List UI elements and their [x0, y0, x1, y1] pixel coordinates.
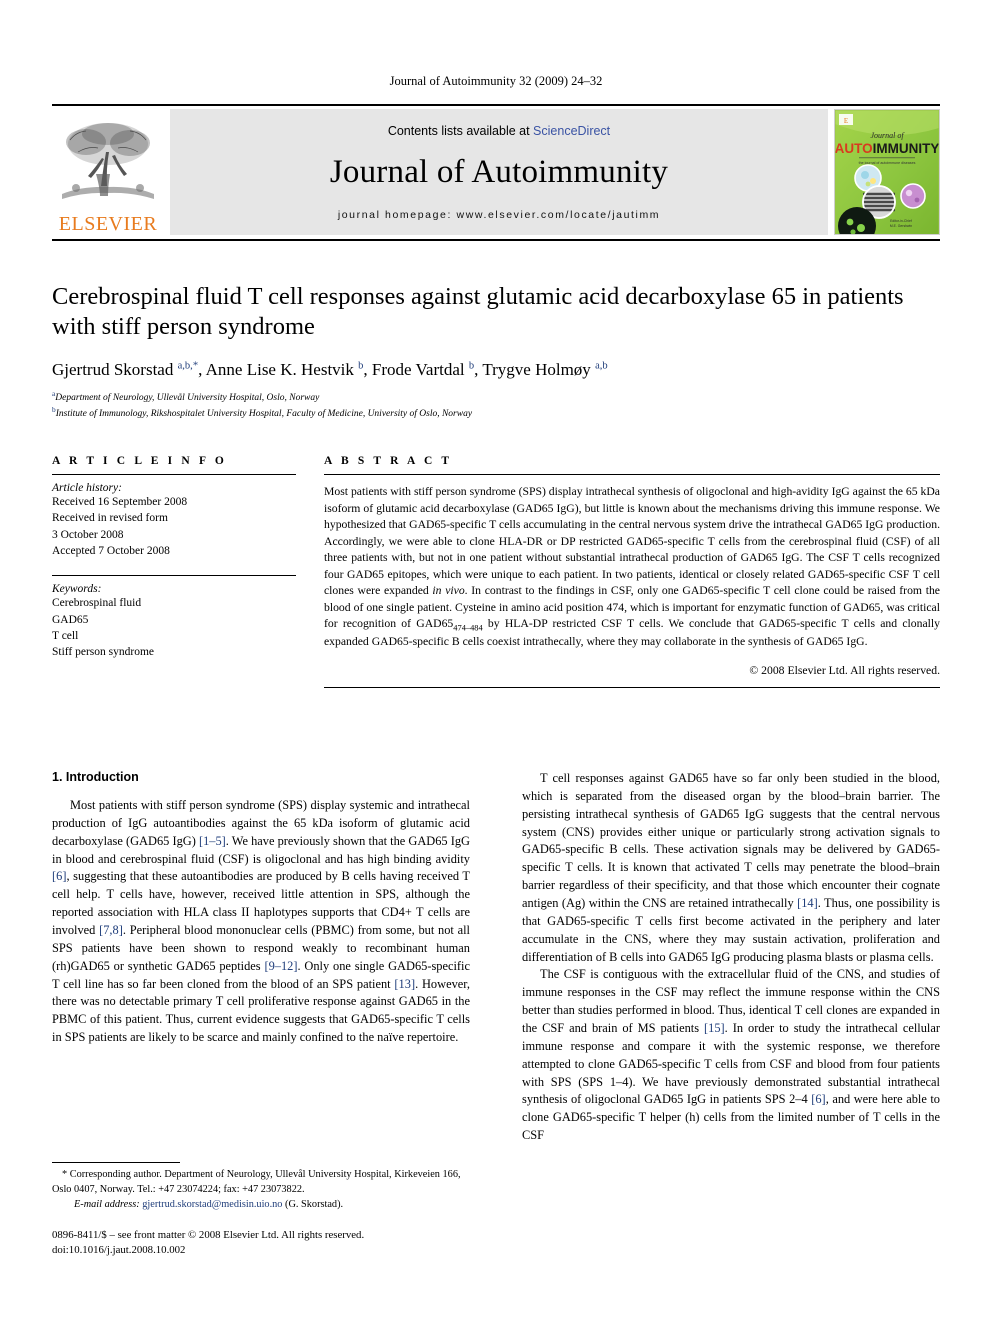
keyword-item: Stiff person syndrome	[52, 646, 155, 659]
keyword-item: T cell	[52, 629, 79, 642]
svg-text:AUTOIMMUNITY: AUTOIMMUNITY	[835, 141, 939, 156]
contents-prefix: Contents lists available at	[387, 124, 534, 138]
article-info-column: A R T I C L E I N F O Article history: R…	[52, 455, 296, 688]
title-block: Cerebrospinal fluid T cell responses aga…	[52, 282, 940, 422]
article-history-list: Received 16 September 2008 Received in r…	[52, 494, 296, 559]
footnote-rule	[52, 1162, 180, 1163]
article-info-heading: A R T I C L E I N F O	[52, 455, 227, 467]
banner-center: Contents lists available at ScienceDirec…	[170, 109, 828, 235]
journal-homepage-link[interactable]: journal homepage: www.elsevier.com/locat…	[170, 209, 828, 221]
body-columns: 1. Introduction Most patients with stiff…	[52, 770, 940, 1145]
keywords-label: Keywords:	[52, 583, 102, 596]
corresponding-author-footnote: * Corresponding author. Department of Ne…	[52, 1162, 470, 1213]
svg-text:Editor-in-Chief: Editor-in-Chief	[890, 219, 912, 223]
keyword-item: Cerebrospinal fluid	[52, 597, 142, 610]
email-link[interactable]: gjertrud.skorstad@medisin.uio.no	[142, 1199, 282, 1210]
elsevier-tree-icon	[62, 123, 154, 199]
keywords-list: Cerebrospinal fluid GAD65 T cell Stiff p…	[52, 595, 296, 660]
corresponding-author-text: * Corresponding author. Department of Ne…	[52, 1169, 461, 1195]
email-suffix: (G. Skorstad).	[285, 1199, 344, 1211]
running-head: Journal of Autoimmunity 32 (2009) 24–32	[389, 74, 603, 88]
paragraph: Most patients with stiff person syndrome…	[52, 798, 470, 1045]
abstract-heading: A B S T R A C T	[324, 455, 453, 467]
keywords-block: Keywords: Cerebrospinal fluid GAD65 T ce…	[52, 583, 296, 660]
body-column-right: T cell responses against GAD65 have so f…	[522, 770, 940, 1145]
banner-bottom-rule	[52, 239, 940, 241]
abstract-rule	[324, 474, 940, 475]
article-history-label: Article history:	[52, 482, 122, 494]
sciencedirect-link[interactable]: ScienceDirect	[533, 124, 610, 138]
keyword-item: GAD65	[52, 613, 89, 626]
journal-cover-thumbnail: E Journal of AUTOIMMUNITY the journal of…	[834, 109, 940, 235]
affiliation-a: aDepartment of Neurology, Ullevål Univer…	[52, 389, 940, 406]
doi-line: doi:10.1016/j.jaut.2008.10.002	[52, 1243, 186, 1256]
paragraph: T cell responses against GAD65 have so f…	[522, 771, 940, 964]
abstract-column: A B S T R A C T Most patients with stiff…	[324, 455, 940, 688]
email-address-line: E-mail address: gjertrud.skorstad@medisi…	[52, 1198, 470, 1213]
affiliation-list: aDepartment of Neurology, Ullevål Univer…	[52, 389, 940, 422]
section-heading-introduction: 1. Introduction	[52, 770, 139, 784]
article-info-rule	[52, 474, 296, 475]
elsevier-logo: ELSEVIER	[52, 109, 164, 235]
history-item: Received 16 September 2008	[52, 496, 188, 508]
info-abstract-section: A R T I C L E I N F O Article history: R…	[52, 455, 940, 688]
svg-text:M.E. Gershwin: M.E. Gershwin	[890, 224, 912, 228]
elsevier-wordmark: ELSEVIER	[58, 213, 158, 235]
journal-name: Journal of Autoimmunity	[329, 154, 669, 190]
svg-text:E: E	[844, 117, 848, 125]
copyright-line: © 2008 Elsevier Ltd. All rights reserved…	[749, 663, 940, 677]
abstract-text: Most patients with stiff person syndrome…	[324, 485, 940, 649]
affiliation-a-text: Department of Neurology, Ullevål Univers…	[55, 392, 320, 403]
body-column-left: 1. Introduction Most patients with stiff…	[52, 770, 470, 1145]
issn-line: 0896-8411/$ – see front matter © 2008 El…	[52, 1229, 365, 1241]
journal-banner: ELSEVIER Contents lists available at Sci…	[52, 104, 940, 241]
contents-available-line: Contents lists available at ScienceDirec…	[170, 109, 828, 138]
author-list: Gjertrud Skorstad a,b,*, Anne Lise K. He…	[52, 359, 608, 379]
issn-doi-footer: 0896-8411/$ – see front matter © 2008 El…	[52, 1228, 522, 1258]
journal-cover-art: E Journal of AUTOIMMUNITY the journal of…	[835, 110, 939, 234]
email-label: E-mail address:	[74, 1199, 140, 1211]
history-item: Accepted 7 October 2008	[52, 544, 170, 557]
abstract-bottom-rule	[324, 686, 940, 688]
banner-top-rule	[52, 104, 940, 106]
svg-text:Journal of: Journal of	[870, 131, 905, 140]
affiliation-b: bInstitute of Immunology, Rikshospitalet…	[52, 405, 940, 422]
keywords-rule	[52, 575, 296, 577]
article-page: Journal of Autoimmunity 32 (2009) 24–32	[0, 0, 992, 1323]
affiliation-b-text: Institute of Immunology, Rikshospitalet …	[55, 409, 473, 420]
paragraph: The CSF is contiguous with the extracell…	[522, 967, 940, 1143]
history-item: 3 October 2008	[52, 528, 124, 541]
history-item: Received in revised form	[52, 512, 168, 525]
page-title: Cerebrospinal fluid T cell responses aga…	[52, 283, 904, 341]
